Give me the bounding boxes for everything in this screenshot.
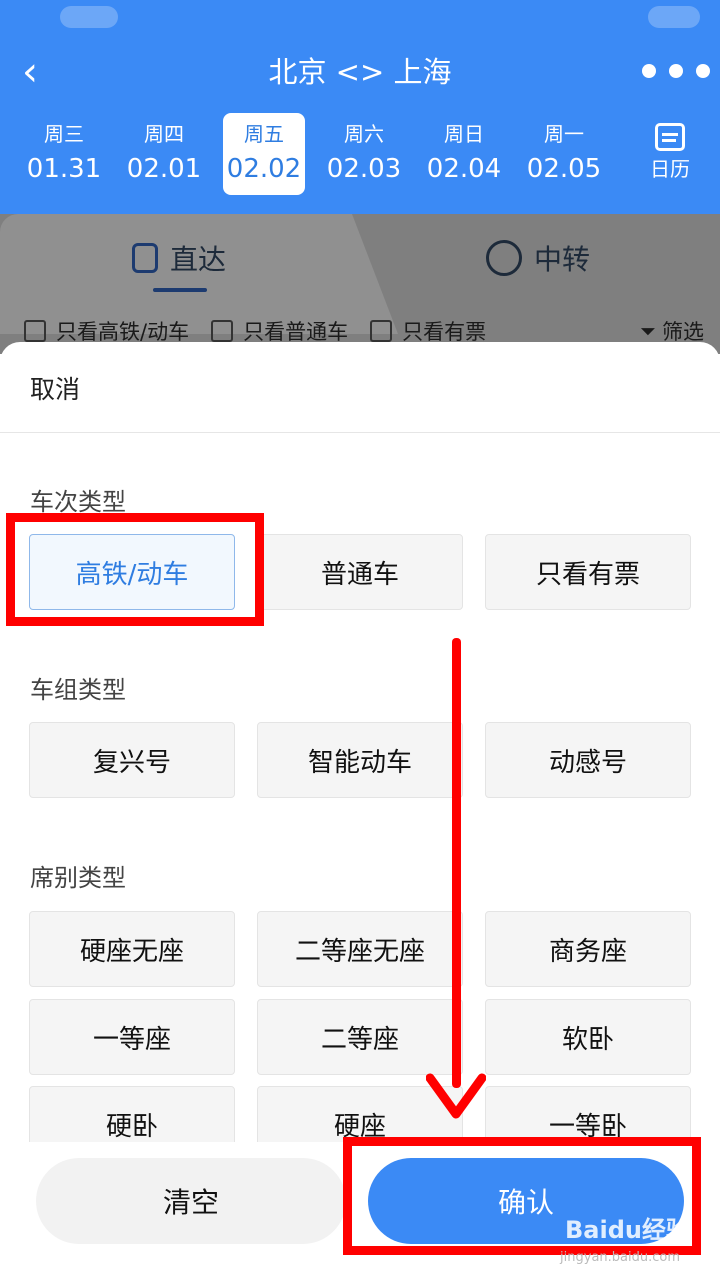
date-item[interactable]: 周四 02.01 xyxy=(114,113,214,195)
status-bar-blur xyxy=(60,6,118,28)
option-fuxing[interactable]: 复兴号 xyxy=(29,722,235,798)
option-seat[interactable]: 硬座无座 xyxy=(29,911,235,987)
date-item[interactable]: 周三 01.31 xyxy=(14,113,114,195)
checkbox-icon xyxy=(24,320,46,342)
tab-transfer[interactable]: 中转 xyxy=(486,238,590,278)
clear-button[interactable]: 清空 xyxy=(36,1158,346,1244)
date-weekday: 周日 xyxy=(444,122,484,146)
date-weekday: 周四 xyxy=(144,122,184,146)
section-title-group-type: 车组类型 xyxy=(30,676,126,704)
option-donggan[interactable]: 动感号 xyxy=(485,722,691,798)
train-icon xyxy=(132,243,158,273)
cancel-button[interactable]: 取消 xyxy=(30,370,80,406)
tab-direct-label: 直达 xyxy=(170,243,227,276)
status-bar-blur xyxy=(648,6,700,28)
route-title: 北京 <> 上海 xyxy=(268,55,452,89)
date-weekday: 周三 xyxy=(44,122,84,146)
option-seat[interactable]: 二等座 xyxy=(257,999,463,1075)
date-value: 02.01 xyxy=(126,154,202,184)
option-seat[interactable]: 二等座无座 xyxy=(257,911,463,987)
option-available-only[interactable]: 只看有票 xyxy=(485,534,691,610)
funnel-icon: ⏷ xyxy=(640,319,656,343)
annotation-highlight-box xyxy=(6,513,264,626)
date-value: 02.05 xyxy=(526,154,602,184)
date-weekday: 周一 xyxy=(544,122,584,146)
option-normal-train[interactable]: 普通车 xyxy=(257,534,463,610)
date-value: 02.02 xyxy=(226,154,302,184)
tab-underline xyxy=(153,288,207,292)
date-value: 01.31 xyxy=(26,154,102,184)
date-value: 02.03 xyxy=(326,154,402,184)
date-value: 02.04 xyxy=(426,154,502,184)
option-seat[interactable]: 软卧 xyxy=(485,999,691,1075)
more-dots-icon[interactable] xyxy=(642,64,710,80)
date-item[interactable]: 周一 02.05 xyxy=(514,113,614,195)
option-seat[interactable]: 一等座 xyxy=(29,999,235,1075)
date-item-selected[interactable]: 周五 02.02 xyxy=(223,113,305,195)
checkbox-icon xyxy=(211,320,234,342)
tab-direct[interactable]: 直达 xyxy=(132,238,226,278)
divider xyxy=(0,432,720,433)
date-weekday: 周五 xyxy=(244,122,284,146)
date-weekday: 周六 xyxy=(344,122,384,146)
dimmed-background: 直达 中转 只看高铁/动车 只看普通车 只看有票 ⏷ 筛选 xyxy=(0,214,720,354)
calendar-label: 日历 xyxy=(650,157,690,181)
annotation-arrow-head-icon xyxy=(426,1073,486,1119)
annotation-arrow-shaft xyxy=(452,638,461,1088)
option-smart-emu[interactable]: 智能动车 xyxy=(257,722,463,798)
watermark-url: jingyan.baidu.com xyxy=(560,1250,680,1265)
transfer-train-icon xyxy=(486,240,522,276)
date-item[interactable]: 周六 02.03 xyxy=(314,113,414,195)
date-item[interactable]: 周日 02.04 xyxy=(414,113,514,195)
watermark-logo: Baidu经验 xyxy=(565,1216,690,1244)
tab-transfer-label: 中转 xyxy=(534,243,591,276)
section-title-seat-type: 席别类型 xyxy=(30,864,126,892)
calendar-button[interactable]: 日历 xyxy=(620,121,720,203)
checkbox-icon xyxy=(370,320,393,342)
calendar-icon xyxy=(655,123,685,151)
option-seat[interactable]: 商务座 xyxy=(485,911,691,987)
top-header: ‹ 北京 <> 上海 周三 01.31 周四 02.01 周五 02.02 周六… xyxy=(0,0,720,214)
date-selector: 周三 01.31 周四 02.01 周五 02.02 周六 02.03 周日 0… xyxy=(14,113,614,195)
section-title-train-type: 车次类型 xyxy=(30,488,126,516)
